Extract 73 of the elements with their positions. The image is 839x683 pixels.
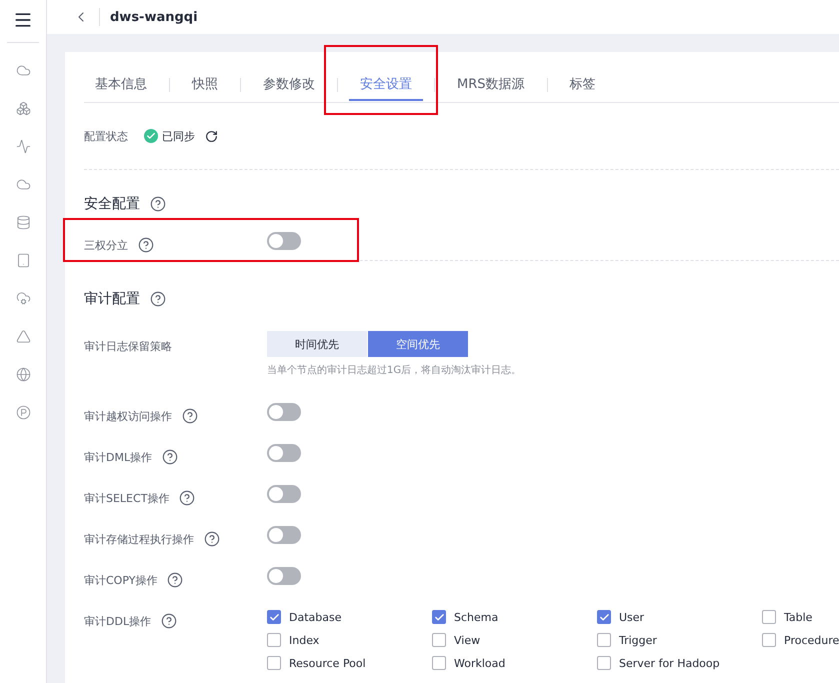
option-button[interactable]: 时间优先 bbox=[267, 331, 367, 357]
toggle-switch[interactable] bbox=[267, 403, 301, 421]
checkbox-option[interactable]: Schema bbox=[432, 608, 597, 626]
checkbox[interactable] bbox=[432, 656, 446, 670]
checkbox[interactable] bbox=[597, 656, 611, 670]
checkbox[interactable] bbox=[762, 610, 776, 624]
field-label: 配置状态 bbox=[84, 128, 128, 144]
help-icon[interactable] bbox=[182, 408, 198, 424]
checkbox[interactable] bbox=[267, 656, 281, 670]
help-icon[interactable] bbox=[150, 291, 166, 307]
section-title: 安全配置 bbox=[84, 195, 140, 213]
checkbox-option[interactable]: User bbox=[597, 608, 762, 626]
check-icon bbox=[598, 612, 610, 622]
checkbox-option[interactable]: View bbox=[432, 631, 597, 649]
toggle-switch[interactable] bbox=[267, 485, 301, 503]
checkbox-option[interactable]: Workload bbox=[432, 654, 597, 672]
tab[interactable]: 快照 bbox=[181, 75, 229, 101]
cloud-icon[interactable] bbox=[16, 290, 30, 306]
wave-icon[interactable] bbox=[16, 138, 30, 154]
refresh-icon[interactable] bbox=[205, 130, 218, 142]
toggle-switch[interactable] bbox=[267, 567, 301, 585]
checkbox-option[interactable]: Index bbox=[267, 631, 432, 649]
field-label: 审计COPY操作 bbox=[84, 572, 158, 588]
checkbox[interactable] bbox=[432, 633, 446, 647]
field-label: 三权分立 bbox=[84, 238, 128, 252]
checkbox[interactable] bbox=[432, 610, 446, 624]
field-label: 审计越权访问操作 bbox=[84, 408, 172, 424]
database-icon[interactable] bbox=[16, 214, 30, 230]
help-icon[interactable] bbox=[204, 531, 220, 547]
tab[interactable]: 基本信息 bbox=[84, 75, 158, 101]
tab[interactable]: 参数修改 bbox=[252, 75, 326, 101]
checkbox-option[interactable]: Procedure bbox=[762, 631, 839, 649]
help-icon[interactable] bbox=[179, 490, 196, 506]
help-icon[interactable] bbox=[162, 449, 178, 465]
toggle-switch[interactable] bbox=[267, 444, 301, 462]
toggle-switch[interactable] bbox=[267, 526, 301, 544]
tablet-icon[interactable] bbox=[16, 252, 30, 268]
help-icon[interactable] bbox=[167, 572, 184, 588]
hint-text: 当单个节点的审计日志超过1G后，将自动淘汰审计日志。 bbox=[267, 364, 522, 377]
checkbox-option[interactable]: Table bbox=[762, 608, 839, 626]
option-button[interactable]: 空间优先 bbox=[368, 331, 468, 357]
field-label: 审计SELECT操作 bbox=[84, 490, 170, 506]
triangle-icon[interactable] bbox=[16, 328, 30, 344]
checkbox-option[interactable]: Trigger bbox=[597, 631, 762, 649]
checkbox-option[interactable]: Server for Hadoop bbox=[597, 654, 762, 672]
check-icon bbox=[434, 612, 444, 622]
section-title: 审计配置 bbox=[84, 290, 140, 308]
cloud-icon[interactable] bbox=[16, 176, 30, 192]
checkbox-option[interactable]: Database bbox=[267, 608, 432, 626]
globe-icon[interactable] bbox=[16, 366, 30, 382]
parking-icon[interactable] bbox=[16, 404, 30, 420]
checkbox[interactable] bbox=[267, 633, 281, 647]
field-label: 审计日志保留策略 bbox=[84, 338, 172, 354]
field-label: 审计DML操作 bbox=[84, 450, 152, 464]
checkbox[interactable] bbox=[597, 610, 611, 624]
checkbox[interactable] bbox=[762, 633, 776, 647]
tab[interactable]: 标签 bbox=[558, 75, 607, 101]
checkbox[interactable] bbox=[267, 610, 281, 624]
help-icon[interactable] bbox=[138, 237, 154, 253]
field-label: 审计DDL操作 bbox=[84, 614, 152, 628]
checkbox[interactable] bbox=[597, 633, 611, 647]
tab[interactable]: MRS数据源 bbox=[446, 75, 536, 101]
checkbox-option[interactable]: Resource Pool bbox=[267, 654, 432, 672]
help-icon[interactable] bbox=[150, 196, 166, 212]
help-icon[interactable] bbox=[161, 613, 178, 629]
field-label: 审计存储过程执行操作 bbox=[84, 532, 194, 546]
toggle-switch[interactable] bbox=[267, 232, 301, 250]
page-title: dws-wangqi bbox=[110, 10, 198, 24]
status-text: 已同步 bbox=[162, 128, 195, 144]
cloud-icon[interactable] bbox=[16, 62, 30, 78]
boxes-icon[interactable] bbox=[16, 100, 30, 116]
tab[interactable]: 安全设置 bbox=[349, 75, 423, 101]
check-icon bbox=[268, 612, 280, 622]
